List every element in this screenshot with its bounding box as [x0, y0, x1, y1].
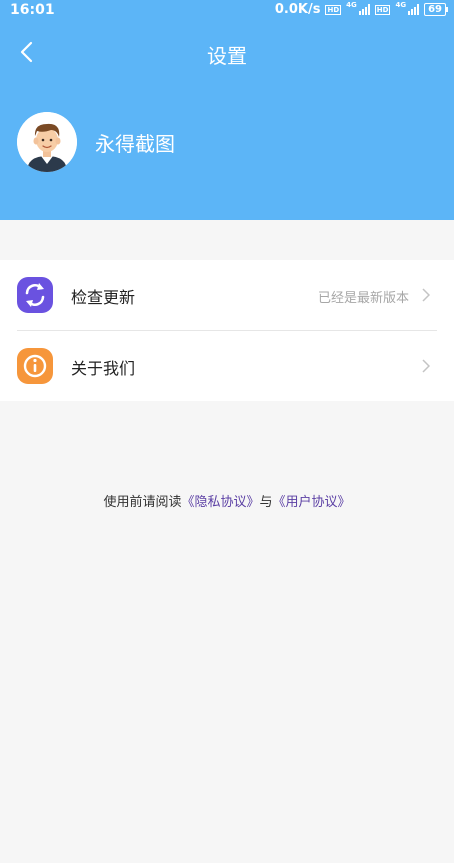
- hd-badge-2: HD: [374, 4, 391, 15]
- network-speed: 0.0K/s: [274, 2, 321, 17]
- avatar-illustration-icon: [17, 112, 77, 172]
- battery-icon: 69: [424, 3, 448, 16]
- avatar[interactable]: [17, 112, 77, 172]
- chevron-right-icon: [422, 288, 430, 302]
- username[interactable]: 永得截图: [95, 128, 175, 157]
- network-type-2: 4G: [395, 1, 407, 9]
- page-title: 设置: [207, 44, 247, 68]
- setting-label: 检查更新: [71, 288, 136, 307]
- settings-list: 检查更新 已经是最新版本 关于我们: [0, 260, 454, 401]
- setting-about-us[interactable]: 关于我们: [0, 331, 454, 401]
- status-time: 16:01: [10, 2, 55, 18]
- user-agreement-link[interactable]: 《用户协议》: [273, 495, 351, 510]
- status-icons: 0.0K/s HD 4G HD 4G 69: [274, 1, 448, 17]
- signal-icon: [358, 4, 370, 15]
- header: 16:01 0.0K/s HD 4G HD 4G 69 设置 永得截图: [0, 0, 454, 220]
- setting-label: 关于我们: [71, 359, 136, 378]
- info-icon: [17, 348, 53, 384]
- privacy-policy-link[interactable]: 《隐私协议》: [181, 495, 259, 510]
- signal-icon-2: [408, 4, 420, 15]
- hd-badge: HD: [325, 4, 342, 15]
- agreement-conjunction: 与: [259, 495, 273, 510]
- agreement-prefix: 使用前请阅读: [103, 495, 182, 510]
- setting-value: 已经是最新版本: [317, 291, 409, 306]
- network-type: 4G: [346, 1, 357, 9]
- agreement-notice: 使用前请阅读《隐私协议》与《用户协议》: [0, 491, 454, 510]
- battery-level: 69: [428, 4, 442, 15]
- chevron-right-icon: [422, 359, 430, 373]
- status-bar: 16:01 0.0K/s HD 4G HD 4G 69: [0, 0, 454, 22]
- setting-check-update[interactable]: 检查更新 已经是最新版本: [0, 260, 454, 331]
- refresh-icon: [17, 277, 53, 313]
